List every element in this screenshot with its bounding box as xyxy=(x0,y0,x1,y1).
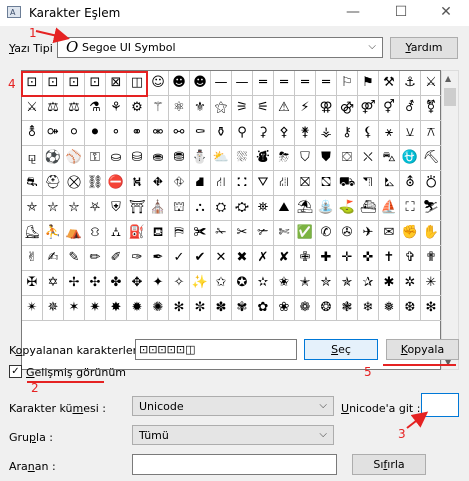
annotation-arrows xyxy=(35,27,429,429)
annotation-arrow-3 xyxy=(406,411,429,429)
annotation-arrow-1 xyxy=(35,27,70,44)
